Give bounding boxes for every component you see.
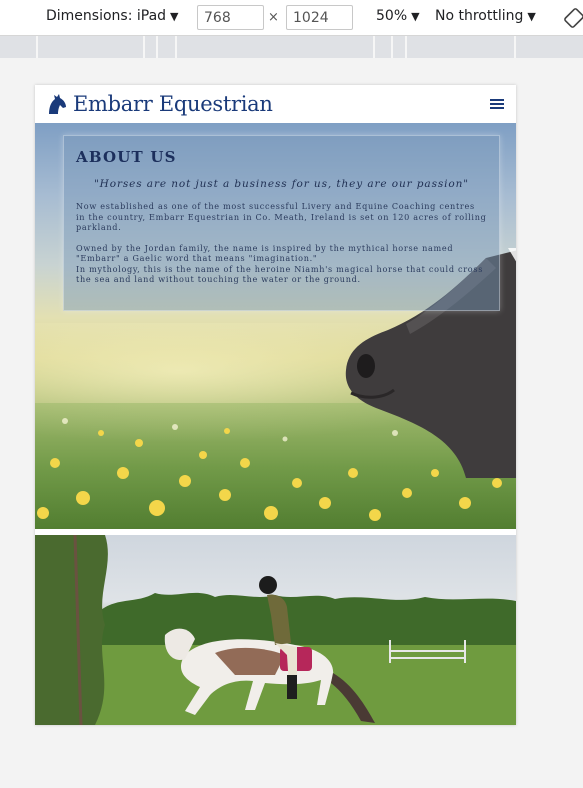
about-us-panel: ABOUT US "Horses are not just a business…	[63, 135, 500, 311]
ruler-marker	[391, 36, 393, 58]
about-paragraph: Now established as one of the most succe…	[76, 201, 487, 232]
throttling-dropdown[interactable]: No throttling ▼	[435, 8, 536, 24]
zoom-label: 50%	[376, 8, 408, 24]
chevron-down-icon: ▼	[170, 9, 179, 23]
hamburger-menu-icon[interactable]	[490, 99, 504, 109]
ruler-marker	[36, 36, 38, 58]
chevron-down-icon: ▼	[411, 9, 420, 23]
throttling-label: No throttling	[435, 8, 524, 24]
site-navbar: Embarr Equestrian	[35, 85, 516, 123]
media-query-ruler[interactable]	[0, 36, 583, 58]
zoom-dropdown[interactable]: 50% ▼	[376, 8, 420, 24]
chevron-down-icon: ▼	[527, 9, 536, 23]
ruler-marker	[405, 36, 407, 58]
device-dimensions-dropdown[interactable]: Dimensions: iPad ▼	[46, 8, 179, 24]
dimension-separator: ×	[268, 10, 279, 25]
devtools-device-toolbar: Dimensions: iPad ▼ × 50% ▼ No throttling…	[0, 0, 583, 36]
horse-and-rider-image	[35, 535, 516, 725]
about-quote: "Horses are not just a business for us, …	[93, 178, 470, 190]
brand-name: Embarr Equestrian	[73, 92, 273, 116]
brand-link[interactable]: Embarr Equestrian	[45, 92, 273, 116]
hero-section: ABOUT US "Horses are not just a business…	[35, 123, 516, 529]
about-paragraph-part: Owned by the Jordan family, the name is …	[76, 242, 454, 264]
ruler-marker	[156, 36, 158, 58]
ruler-marker	[514, 36, 516, 58]
ruler-marker	[373, 36, 375, 58]
horse-head-logo-icon	[49, 94, 66, 114]
rotate-icon[interactable]	[563, 7, 583, 29]
viewport-width-input[interactable]	[197, 5, 264, 30]
ruler-marker	[143, 36, 145, 58]
about-paragraph-part: In mythology, this is the name of the he…	[76, 263, 484, 285]
device-viewport: Embarr Equestrian ABOUT US "Horses are n…	[35, 85, 516, 725]
device-dimensions-label: Dimensions: iPad	[46, 8, 167, 24]
about-title: ABOUT US	[76, 148, 177, 166]
about-paragraph: Owned by the Jordan family, the name is …	[76, 243, 487, 285]
ruler-marker	[175, 36, 177, 58]
rider-photo	[35, 535, 516, 725]
viewport-height-input[interactable]	[286, 5, 353, 30]
